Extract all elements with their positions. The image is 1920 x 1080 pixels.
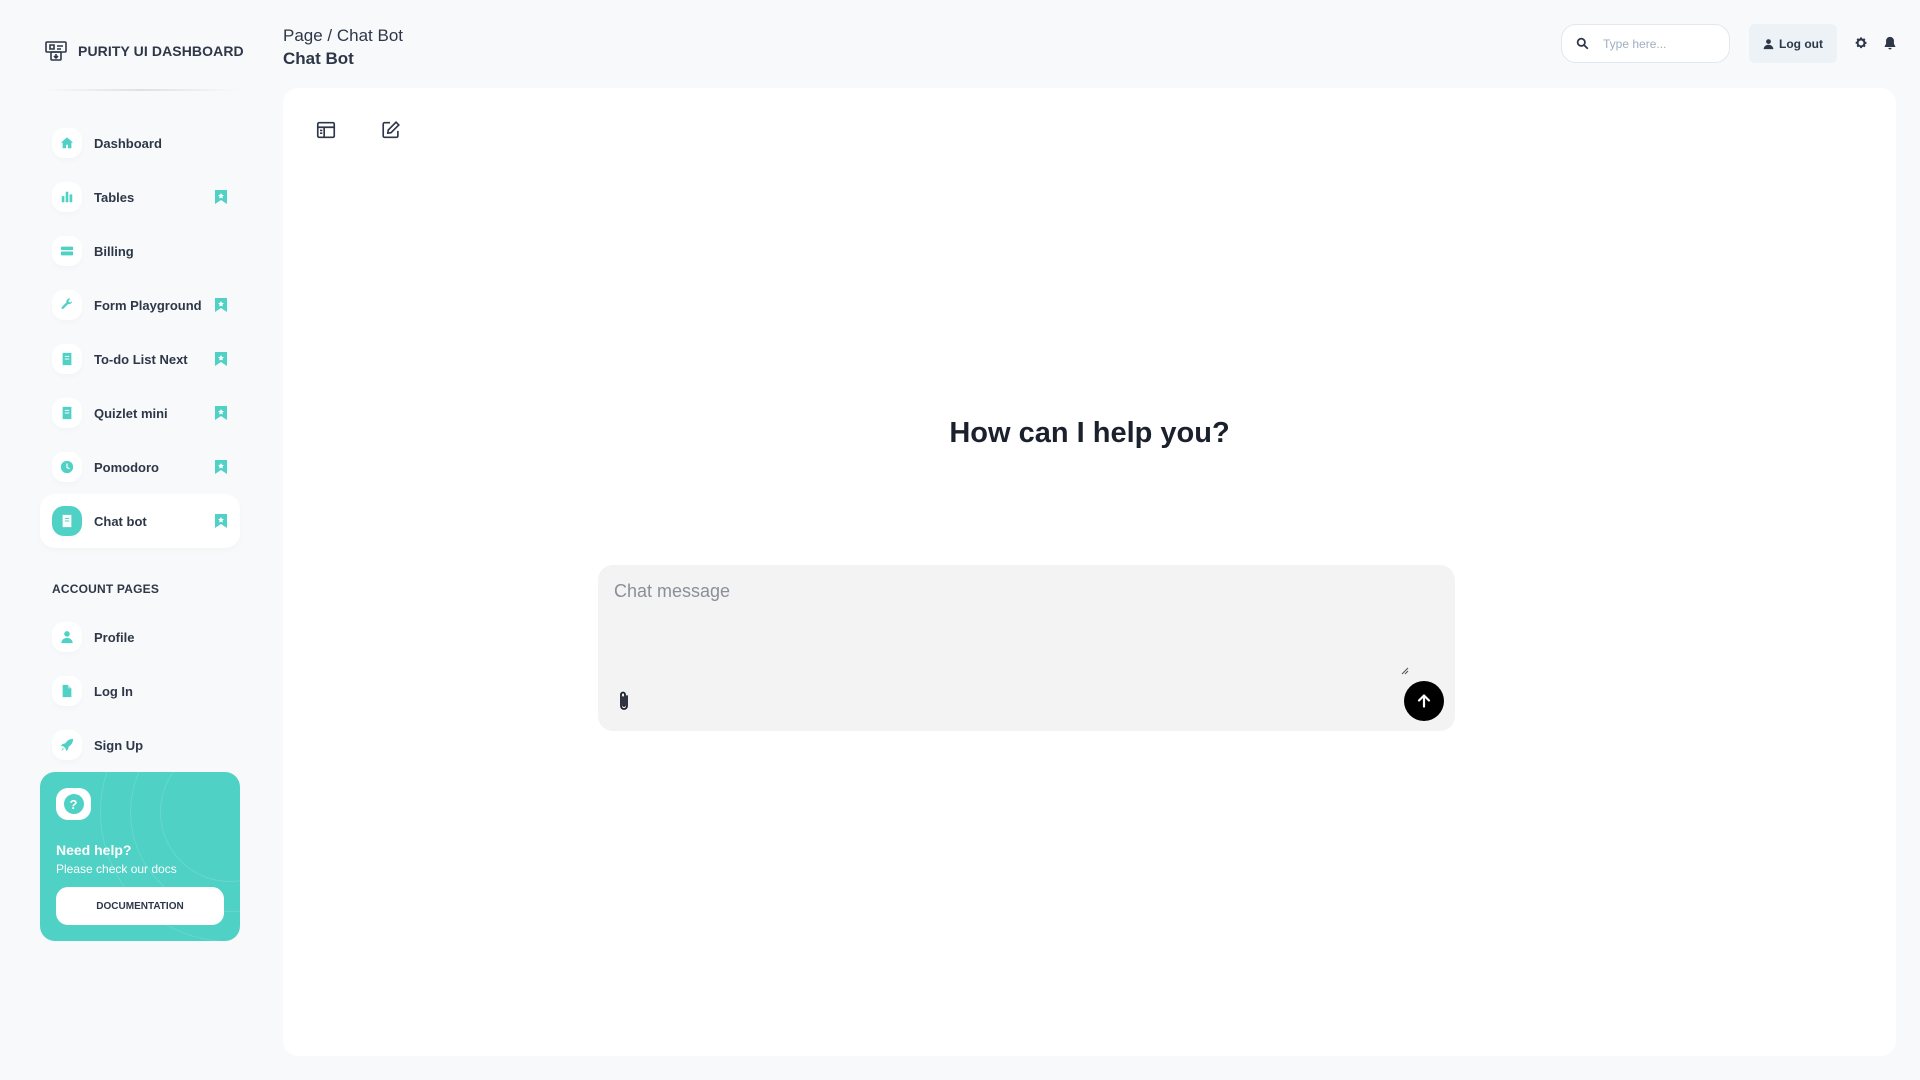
documentation-button[interactable]: DOCUMENTATION: [56, 887, 224, 925]
document-icon: [52, 506, 82, 536]
bookmark-icon[interactable]: [214, 297, 228, 313]
bar-chart-icon: [52, 182, 82, 212]
page-title: Chat Bot: [283, 49, 354, 68]
sidebar-item-billing[interactable]: Billing: [40, 224, 240, 278]
credit-card-icon: [52, 236, 82, 266]
sidebar-toggle-icon[interactable]: [314, 118, 338, 142]
sidebar-item-tables[interactable]: Tables: [40, 170, 240, 224]
sidebar-item-pomodoro[interactable]: Pomodoro: [40, 440, 240, 494]
clock-icon: [52, 452, 82, 482]
sidebar-item-label: Chat bot: [94, 513, 147, 529]
breadcrumb[interactable]: Page / Chat Bot: [283, 26, 403, 46]
help-card: ? Need help? Please check our docs DOCUM…: [40, 772, 240, 941]
dashboard-logo-icon: [44, 39, 68, 63]
question-icon: ?: [56, 788, 91, 820]
sidebar-item-label: Profile: [94, 629, 135, 645]
paperclip-icon[interactable]: [616, 689, 632, 713]
sidebar-nav: Dashboard Tables Billing Form Playground: [40, 116, 240, 548]
help-subtitle: Please check our docs: [56, 862, 177, 876]
document-icon: [52, 344, 82, 374]
sidebar-item-label: Dashboard: [94, 135, 162, 151]
sidebar-item-profile[interactable]: Profile: [40, 610, 240, 664]
chat-composer: [598, 565, 1455, 731]
sidebar-item-label: Log In: [94, 683, 133, 699]
sidebar-item-label: Sign Up: [94, 737, 144, 753]
sidebar-item-signup[interactable]: Sign Up: [40, 718, 240, 772]
account-pages-title: ACCOUNT PAGES: [52, 582, 160, 596]
sidebar-item-chat-bot[interactable]: Chat bot: [40, 494, 240, 548]
send-button[interactable]: [1404, 681, 1444, 721]
rocket-icon: [52, 730, 82, 760]
logout-button[interactable]: Log out: [1749, 24, 1837, 63]
sidebar-item-label: Form Playground: [94, 297, 202, 313]
bookmark-icon[interactable]: [214, 459, 228, 475]
bookmark-icon[interactable]: [214, 189, 228, 205]
bookmark-icon[interactable]: [214, 513, 228, 529]
sidebar-item-label: Quizlet mini: [94, 405, 168, 421]
file-icon: [52, 676, 82, 706]
new-chat-edit-icon[interactable]: [379, 118, 403, 142]
chat-panel: How can I help you?: [283, 88, 1896, 1056]
sidebar-item-login[interactable]: Log In: [40, 664, 240, 718]
person-icon: [52, 622, 82, 652]
sidebar-item-quizlet-mini[interactable]: Quizlet mini: [40, 386, 240, 440]
arrow-up-icon: [1417, 694, 1431, 708]
bookmark-icon[interactable]: [214, 351, 228, 367]
bookmark-icon[interactable]: [214, 405, 228, 421]
brand-divider: [44, 89, 240, 91]
brand[interactable]: PURITY UI DASHBOARD: [44, 38, 244, 64]
logout-label: Log out: [1779, 36, 1823, 51]
sidebar-item-todo-list[interactable]: To-do List Next: [40, 332, 240, 386]
bell-icon[interactable]: [1883, 36, 1897, 50]
wrench-icon: [52, 290, 82, 320]
home-icon: [52, 128, 82, 158]
sidebar-item-dashboard[interactable]: Dashboard: [40, 116, 240, 170]
account-nav: Profile Log In Sign Up: [40, 610, 240, 772]
sidebar-item-label: Billing: [94, 243, 134, 259]
sidebar-item-label: Tables: [94, 189, 135, 205]
greeting-heading: How can I help you?: [949, 417, 1230, 449]
search-input[interactable]: [1603, 36, 1723, 51]
chat-message-input[interactable]: [598, 565, 1398, 675]
sidebar-item-label: Pomodoro: [94, 459, 159, 475]
sidebar-item-form-playground[interactable]: Form Playground: [40, 278, 240, 332]
help-title: Need help?: [56, 842, 132, 858]
search-icon: [1576, 37, 1589, 50]
person-icon: [1763, 38, 1774, 49]
document-icon: [52, 398, 82, 428]
search-box[interactable]: [1561, 24, 1730, 63]
gear-icon[interactable]: [1854, 36, 1868, 50]
resize-grip-icon[interactable]: [1399, 662, 1409, 675]
sidebar-item-label: To-do List Next: [94, 351, 188, 367]
brand-name: PURITY UI DASHBOARD: [78, 43, 244, 59]
sidebar: PURITY UI DASHBOARD Dashboard Tables Bil…: [0, 0, 260, 1080]
